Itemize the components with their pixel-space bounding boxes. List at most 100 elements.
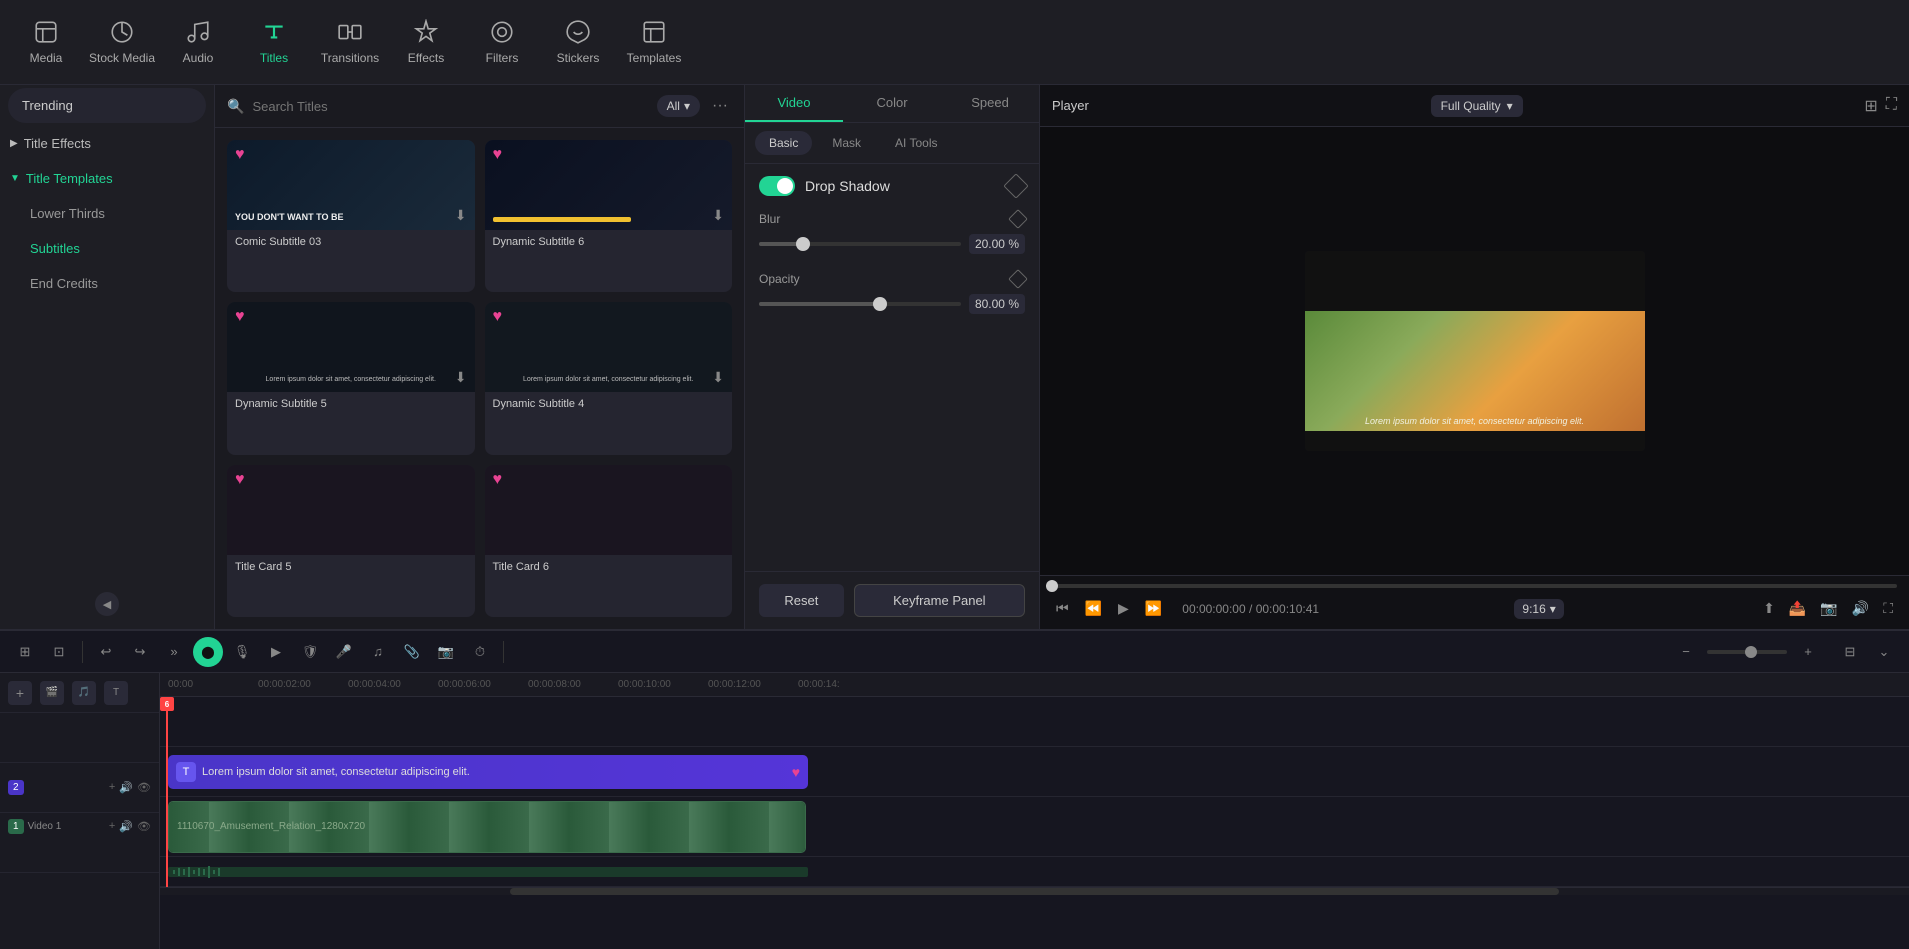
- clip-button[interactable]: 📎: [397, 637, 427, 667]
- toolbar-stickers[interactable]: Stickers: [542, 5, 614, 80]
- title-card-comic-sub-03[interactable]: ♥ You don't want to be ⬇ Comic Subtitle …: [227, 140, 475, 292]
- toolbar-stock-media[interactable]: Stock Media: [86, 5, 158, 80]
- search-input[interactable]: [252, 99, 648, 114]
- track-visibility-icon2[interactable]: 👁: [137, 820, 151, 833]
- sidebar-title-templates[interactable]: ▼ Title Templates: [0, 161, 214, 196]
- toolbar-titles[interactable]: Titles: [238, 5, 310, 80]
- shield-button[interactable]: 🛡: [295, 637, 325, 667]
- title-card-dynamic-sub-6[interactable]: ♥ ⬇ Dynamic Subtitle 6: [485, 140, 733, 292]
- toolbar-transitions[interactable]: Transitions: [314, 5, 386, 80]
- video-clip[interactable]: 1110670_Amusement_Relation_1280x720: [168, 801, 806, 853]
- download-icon[interactable]: ⬇: [455, 207, 467, 224]
- sidebar-trending[interactable]: Trending: [8, 88, 206, 123]
- timeline-scrollbar[interactable]: [160, 887, 1909, 895]
- progress-bar[interactable]: [1052, 584, 1897, 588]
- add-video-button[interactable]: 🎬: [40, 681, 64, 705]
- subtab-ai-tools[interactable]: AI Tools: [881, 131, 951, 155]
- zoom-slider[interactable]: [1707, 650, 1787, 654]
- fullscreen-toggle-icon[interactable]: ⛶: [1879, 596, 1897, 621]
- add-audio-button[interactable]: 🎵: [72, 681, 96, 705]
- track-volume-icon[interactable]: 🔊: [119, 781, 133, 794]
- zoom-in-button[interactable]: +: [1793, 637, 1823, 667]
- track-add-icon2[interactable]: +: [109, 820, 115, 833]
- playhead-handle[interactable]: 6: [160, 697, 174, 711]
- frame-forward-button[interactable]: ⏩: [1141, 596, 1166, 621]
- download-icon[interactable]: ⬇: [712, 369, 724, 386]
- zoom-thumb[interactable]: [1745, 646, 1757, 658]
- subtitle-clip[interactable]: T Lorem ipsum dolor sit amet, consectetu…: [168, 755, 808, 789]
- tab-video[interactable]: Video: [745, 85, 843, 122]
- scrollbar-thumb[interactable]: [510, 888, 1559, 895]
- chevron-down-icon: ▾: [1550, 602, 1556, 616]
- toolbar-media[interactable]: Media: [10, 5, 82, 80]
- add-track-button[interactable]: +: [8, 681, 32, 705]
- undo-button[interactable]: ↩: [91, 637, 121, 667]
- filter-dropdown[interactable]: All ▾: [657, 95, 700, 117]
- camera-button[interactable]: 📷: [431, 637, 461, 667]
- ruler-mark-5: 00:00:10:00: [618, 679, 708, 690]
- opacity-slider[interactable]: [759, 302, 961, 306]
- add-text-button[interactable]: T: [104, 681, 128, 705]
- blur-slider-thumb[interactable]: [796, 237, 810, 251]
- quality-dropdown[interactable]: Full Quality ▾: [1431, 95, 1523, 117]
- blur-keyframe-diamond[interactable]: [1008, 209, 1028, 229]
- blur-slider[interactable]: [759, 242, 961, 246]
- title-card-5[interactable]: ♥ Title Card 5: [227, 465, 475, 617]
- title-card-6[interactable]: ♥ Title Card 6: [485, 465, 733, 617]
- opacity-keyframe-diamond[interactable]: [1008, 269, 1028, 289]
- toolbar-audio[interactable]: Audio: [162, 5, 234, 80]
- track-volume-icon2[interactable]: 🔊: [119, 820, 133, 833]
- progress-thumb[interactable]: [1046, 580, 1058, 592]
- grid-toggle-button[interactable]: ⊟: [1835, 637, 1865, 667]
- title-card-dynamic-sub-4[interactable]: ♥ Lorem ipsum dolor sit amet, consectetu…: [485, 302, 733, 454]
- grid-view-icon[interactable]: ⊞: [1864, 96, 1877, 116]
- share-icon[interactable]: 📤: [1785, 596, 1810, 621]
- subtab-mask[interactable]: Mask: [818, 131, 875, 155]
- record-button[interactable]: ⬤: [193, 637, 223, 667]
- sidebar-title-effects[interactable]: ▶ Title Effects: [0, 126, 214, 161]
- split-button[interactable]: ⊞: [10, 637, 40, 667]
- play-button-tl[interactable]: ▶: [261, 637, 291, 667]
- toolbar-effects[interactable]: Effects: [390, 5, 462, 80]
- ruler-mark-0: 00:00: [168, 679, 258, 690]
- timeline-tracks-right[interactable]: 00:00 00:00:02:00 00:00:04:00 00:00:06:0…: [160, 673, 1909, 949]
- toolbar-templates[interactable]: Templates: [618, 5, 690, 80]
- drop-shadow-keyframe-diamond[interactable]: [1003, 173, 1028, 198]
- reset-button[interactable]: Reset: [759, 584, 844, 617]
- subtab-basic[interactable]: Basic: [755, 131, 812, 155]
- opacity-slider-thumb[interactable]: [873, 297, 887, 311]
- frame-back-button[interactable]: ⏪: [1081, 596, 1106, 621]
- aspect-ratio-dropdown[interactable]: 9:16 ▾: [1514, 599, 1563, 619]
- skip-back-button[interactable]: ⏮: [1052, 596, 1073, 621]
- play-button[interactable]: ▶: [1114, 596, 1133, 621]
- voice-record-button[interactable]: 🎙: [227, 637, 257, 667]
- track-visibility-icon[interactable]: 👁: [137, 781, 151, 794]
- more-button[interactable]: »: [159, 637, 189, 667]
- more-options-button[interactable]: ···: [708, 97, 732, 115]
- title-card-dynamic-sub-5[interactable]: ♥ Lorem ipsum dolor sit amet, consectetu…: [227, 302, 475, 454]
- download-icon[interactable]: ⬇: [455, 369, 467, 386]
- tab-color[interactable]: Color: [843, 85, 941, 122]
- toolbar-filters[interactable]: Filters: [466, 5, 538, 80]
- drop-shadow-toggle[interactable]: [759, 176, 795, 196]
- fullscreen-icon[interactable]: ⛶: [1886, 96, 1897, 116]
- settings-button[interactable]: ⌄: [1869, 637, 1899, 667]
- redo-button[interactable]: ↪: [125, 637, 155, 667]
- tab-speed[interactable]: Speed: [941, 85, 1039, 122]
- speed-button[interactable]: ⏱: [465, 637, 495, 667]
- mic-button[interactable]: 🎤: [329, 637, 359, 667]
- export-icon[interactable]: ⬆: [1759, 596, 1779, 621]
- download-icon[interactable]: ⬇: [712, 207, 724, 224]
- crop-button[interactable]: ⊡: [44, 637, 74, 667]
- sidebar-lower-thirds[interactable]: Lower Thirds: [0, 196, 214, 231]
- collapse-sidebar-button[interactable]: ◀: [95, 592, 119, 616]
- snapshot-icon[interactable]: 📷: [1816, 596, 1841, 621]
- music-button[interactable]: ♫: [363, 637, 393, 667]
- sidebar-end-credits[interactable]: End Credits: [0, 266, 214, 301]
- zoom-out-button[interactable]: −: [1671, 637, 1701, 667]
- keyframe-panel-button[interactable]: Keyframe Panel: [854, 584, 1025, 617]
- volume-icon[interactable]: 🔊: [1848, 596, 1873, 621]
- track-add-icon[interactable]: +: [109, 781, 115, 794]
- titles-grid: ♥ You don't want to be ⬇ Comic Subtitle …: [215, 128, 744, 629]
- sidebar-subtitles[interactable]: Subtitles: [0, 231, 214, 266]
